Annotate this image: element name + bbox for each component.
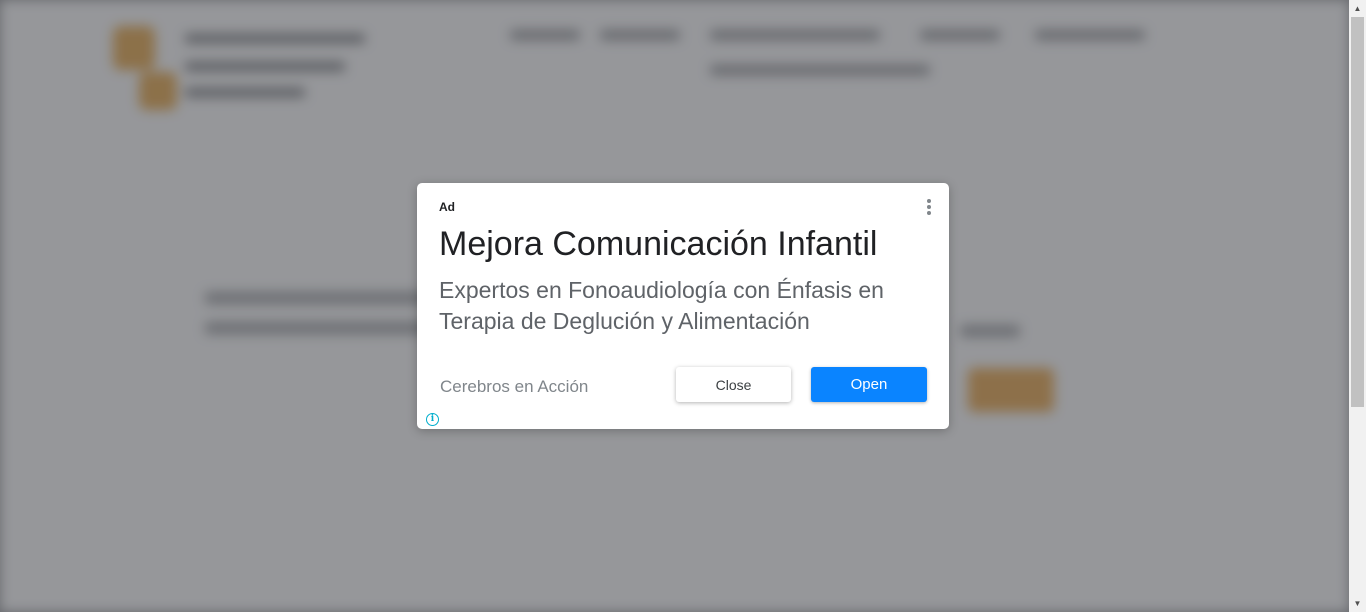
ad-advertiser[interactable]: Cerebros en Acción: [440, 377, 588, 397]
open-button[interactable]: Open: [811, 367, 927, 402]
scroll-down-arrow-icon[interactable]: ▼: [1349, 595, 1366, 612]
ad-info-icon[interactable]: i: [426, 413, 439, 426]
vertical-scrollbar[interactable]: ▲ ▼: [1349, 0, 1366, 612]
ad-title[interactable]: Mejora Comunicación Infantil: [439, 225, 939, 264]
scroll-thumb[interactable]: [1351, 17, 1364, 407]
more-vert-icon[interactable]: [922, 197, 936, 219]
ad-dialog[interactable]: Ad Mejora Comunicación Infantil Expertos…: [417, 183, 949, 429]
ad-description[interactable]: Expertos en Fonoaudiología con Énfasis e…: [439, 275, 939, 337]
close-button[interactable]: Close: [676, 367, 791, 402]
ad-label: Ad: [439, 200, 455, 214]
scroll-up-arrow-icon[interactable]: ▲: [1349, 0, 1366, 17]
page: ▲ ▼ Ad Mejora Comunicación Infantil Expe…: [0, 0, 1366, 612]
